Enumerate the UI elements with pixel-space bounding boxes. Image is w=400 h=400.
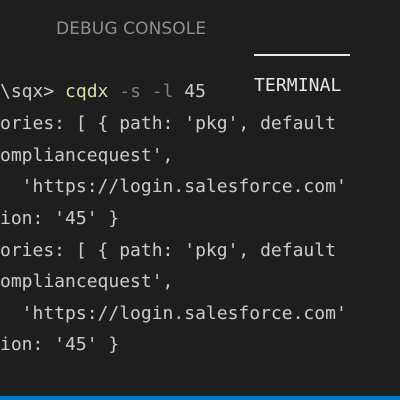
terminal-line: 'https://login.salesforce.com' [0, 176, 347, 197]
terminal-command-line: \sqx> cqdx -s -l 45 [0, 77, 206, 107]
command-flags: -s -l [119, 81, 174, 102]
status-bar [0, 396, 400, 400]
tab-debug-console[interactable]: DEBUG CONSOLE [56, 17, 206, 41]
command-name: cqdx [65, 81, 109, 102]
terminal-line: ion: '45' } [0, 208, 120, 229]
command-version-arg: 45 [184, 81, 206, 102]
terminal-line: ories: [ { path: 'pkg', default [0, 240, 336, 261]
terminal-line: ories: [ { path: 'pkg', default [0, 113, 336, 134]
prompt-path: \sqx> [0, 81, 55, 102]
panel-tab-strip: UT DEBUG CONSOLE TERMINAL [0, 0, 400, 96]
terminal-line: 'https://login.salesforce.com' [0, 303, 347, 324]
terminal-line: ompliancequest', [0, 271, 174, 292]
terminal-line: ion: '45' } [0, 334, 120, 355]
terminal-line: ompliancequest', [0, 145, 174, 166]
active-tab-indicator [254, 54, 350, 56]
tab-terminal[interactable]: TERMINAL [254, 74, 400, 98]
vscode-panel: UT DEBUG CONSOLE TERMINAL \sqx> cqdx -s … [0, 0, 400, 400]
